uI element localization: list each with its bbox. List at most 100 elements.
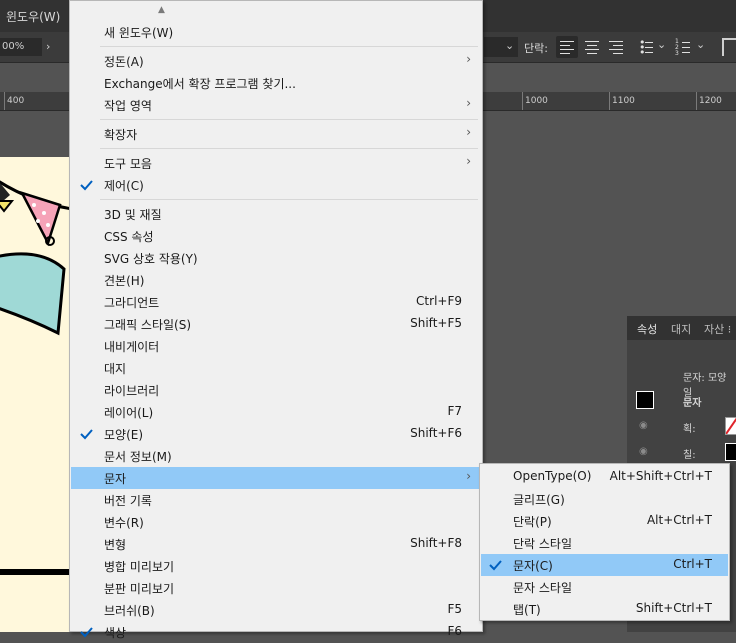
menu-item-libraries[interactable]: 라이브러리 <box>71 379 481 401</box>
menu-item-extensions[interactable]: 확장자 › <box>71 123 481 145</box>
artboard-canvas[interactable] <box>0 157 70 632</box>
menu-item-graphic-styles[interactable]: 그래픽 스타일(S) Shift+F5 <box>71 313 481 335</box>
menu-item-label: 견본(H) <box>104 274 145 288</box>
submenu-item-opentype[interactable]: OpenType(O) Alt+Shift+Ctrl+T <box>481 466 728 488</box>
eye-icon[interactable]: ◉ <box>639 446 648 457</box>
tab-artboards[interactable]: 대지 <box>671 321 691 337</box>
menu-item-artboards[interactable]: 대지 <box>71 357 481 379</box>
menu-item-separations-preview[interactable]: 분판 미리보기 <box>71 577 481 599</box>
menu-item-find-extensions[interactable]: Exchange에서 확장 프로그램 찾기... <box>71 72 481 94</box>
menu-item-gradient[interactable]: 그라디언트 Ctrl+F9 <box>71 291 481 313</box>
chevron-down-icon: ⌄ <box>696 38 706 51</box>
menu-item-new-window[interactable]: 새 윈도우(W) <box>71 21 481 43</box>
submenu-item-glyphs[interactable]: 글리프(G) <box>481 488 728 510</box>
ruler-tick: 1100 <box>612 96 635 106</box>
checkmark-icon <box>80 627 93 638</box>
menu-item-label: 변수(R) <box>104 516 144 530</box>
menu-item-shortcut: F5 <box>447 602 462 616</box>
menu-item-label: 문자 스타일 <box>513 581 573 595</box>
ruler-tick: 400 <box>7 96 25 106</box>
menu-item-variables[interactable]: 변수(R) <box>71 511 481 533</box>
checkmark-icon <box>489 560 502 571</box>
align-center-button[interactable] <box>581 36 603 58</box>
menu-item-shortcut: Alt+Ctrl+T <box>646 513 712 527</box>
menu-item-label: 내비게이터 <box>104 340 160 354</box>
font-dropdown-end[interactable]: ⌄ <box>484 37 518 57</box>
submenu-item-tabs[interactable]: 탭(T) Shift+Ctrl+T <box>481 598 728 620</box>
submenu-item-character-styles[interactable]: 문자 스타일 <box>481 576 728 598</box>
chevron-right-icon[interactable]: › <box>46 40 50 53</box>
window-menu-title[interactable]: 윈도우(W) <box>6 8 60 25</box>
menu-item-layers[interactable]: 레이어(L) F7 <box>71 401 481 423</box>
window-menu: ▲ 새 윈도우(W) 정돈(A) › Exchange에서 확장 프로그램 찾기.… <box>69 0 483 640</box>
ruler-tick: 1200 <box>699 96 722 106</box>
menu-item-shortcut: Shift+F5 <box>410 316 462 330</box>
fill-swatch[interactable] <box>725 443 736 461</box>
menu-item-swatches[interactable]: 견본(H) <box>71 269 481 291</box>
submenu-item-character[interactable]: 문자(C) Ctrl+T <box>481 554 728 576</box>
menu-item-brushes[interactable]: 브러쉬(B) F5 <box>71 599 481 621</box>
party-illustration <box>0 180 70 575</box>
chevron-right-icon: › <box>466 469 471 483</box>
menu-item-navigator[interactable]: 내비게이터 <box>71 335 481 357</box>
eye-icon[interactable]: ◉ <box>639 420 648 431</box>
menu-item-label: OpenType(O) <box>513 469 592 483</box>
menu-item-document-info[interactable]: 문서 정보(M) <box>71 445 481 467</box>
menu-item-shortcut: F6 <box>447 624 462 638</box>
menu-item-shortcut: Shift+F8 <box>410 536 462 550</box>
scroll-up-arrow-icon[interactable]: ▲ <box>158 5 165 15</box>
menu-item-label: Exchange에서 확장 프로그램 찾기... <box>104 77 296 91</box>
submenu-item-paragraph[interactable]: 단락(P) Alt+Ctrl+T <box>481 510 728 532</box>
menu-item-flattener-preview[interactable]: 병합 미리보기 <box>71 555 481 577</box>
chevron-down-icon: ⌄ <box>505 39 515 52</box>
menu-separator <box>100 46 478 47</box>
type-submenu: OpenType(O) Alt+Shift+Ctrl+T 글리프(G) 단락(P)… <box>479 463 730 621</box>
menu-item-shortcut: Alt+Shift+Ctrl+T <box>609 469 712 483</box>
menu-item-version-history[interactable]: 버전 기록 <box>71 489 481 511</box>
tab-assets[interactable]: 자산 ⁝ <box>704 321 731 337</box>
align-left-button[interactable] <box>556 36 578 58</box>
menu-item-label: 라이브러리 <box>104 384 160 398</box>
panel-tab-bar: 속성 대지 자산 ⁝ <box>627 316 736 340</box>
menu-item-svg-interactivity[interactable]: SVG 상호 작용(Y) <box>71 247 481 269</box>
menu-item-label: 색상 <box>104 626 127 640</box>
ruler-tick: 1000 <box>525 96 548 106</box>
menu-item-shortcut: Shift+Ctrl+T <box>635 601 712 615</box>
menu-item-shortcut: Ctrl+T <box>673 557 712 571</box>
menu-item-label: 제어(C) <box>104 179 144 193</box>
menu-item-shortcut: Shift+F6 <box>410 426 462 440</box>
menu-separator <box>100 119 478 120</box>
menu-item-label: 글리프(G) <box>513 493 565 507</box>
menu-item-control[interactable]: 제어(C) <box>71 174 481 196</box>
menu-item-appearance[interactable]: 모양(E) Shift+F6 <box>71 423 481 445</box>
menu-separator <box>100 148 478 149</box>
menu-item-3d-materials[interactable]: 3D 및 재질 <box>71 203 481 225</box>
menu-item-label: 레이어(L) <box>104 406 154 420</box>
menu-item-type[interactable]: 문자 › <box>71 467 481 489</box>
numbered-list-button[interactable]: 123 ⌄ <box>674 36 706 58</box>
menu-item-label: 탭(T) <box>513 603 541 617</box>
menu-item-toolbars[interactable]: 도구 모음 › <box>71 152 481 174</box>
bullet-list-button[interactable]: • • • ⌄ <box>637 36 667 58</box>
menu-item-css-properties[interactable]: CSS 속성 <box>71 225 481 247</box>
transform-icon[interactable] <box>722 38 736 56</box>
menu-item-transform[interactable]: 변형 Shift+F8 <box>71 533 481 555</box>
checkmark-icon <box>80 180 93 191</box>
menu-item-arrange[interactable]: 정돈(A) › <box>71 50 481 72</box>
align-right-button[interactable] <box>605 36 627 58</box>
submenu-item-paragraph-styles[interactable]: 단락 스타일 <box>481 532 728 554</box>
zoom-field[interactable]: 00% <box>0 38 42 56</box>
menu-item-label: 브러쉬(B) <box>104 604 155 618</box>
menu-item-label: 버전 기록 <box>104 494 152 508</box>
menu-item-color[interactable]: 색상 F6 <box>71 621 481 643</box>
chevron-right-icon: › <box>466 52 471 66</box>
stroke-none-swatch[interactable] <box>725 417 736 435</box>
menu-item-label: 분판 미리보기 <box>104 582 175 596</box>
tab-properties[interactable]: 속성 <box>637 321 657 337</box>
menu-item-label: 확장자 <box>104 128 138 142</box>
character-swatch[interactable] <box>636 391 654 409</box>
menu-item-label: 작업 영역 <box>104 99 152 113</box>
menu-item-workspace[interactable]: 작업 영역 › <box>71 94 481 116</box>
menu-item-label: 모양(E) <box>104 428 144 442</box>
menu-item-label: 그래픽 스타일(S) <box>104 318 192 332</box>
